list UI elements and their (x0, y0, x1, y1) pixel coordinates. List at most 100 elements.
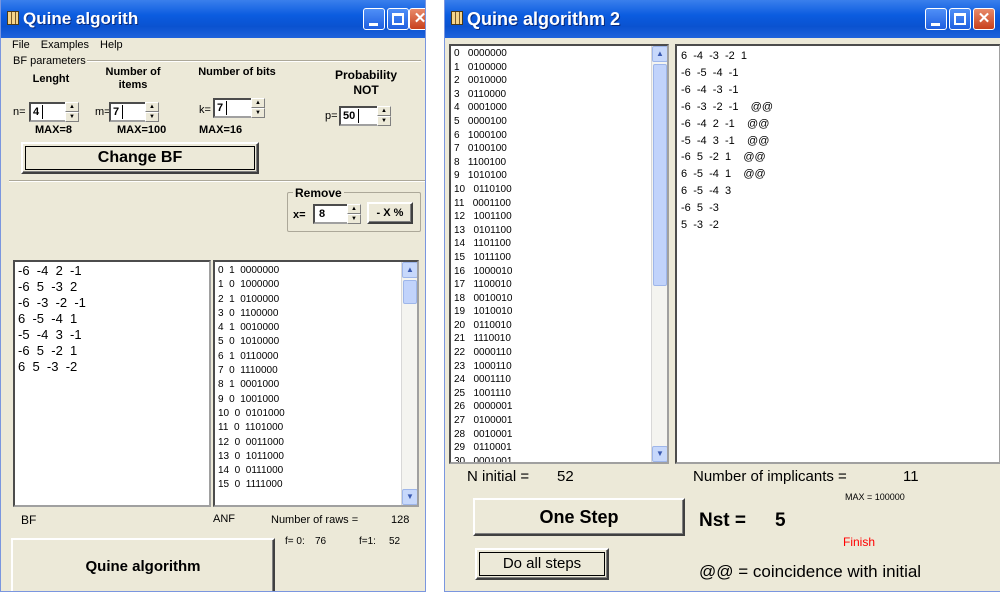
implicant-list-item[interactable]: 5 -3 -2 (681, 217, 995, 234)
initial-list-item[interactable]: 27 0100001 (454, 414, 664, 428)
scroll-down-icon[interactable]: ▼ (652, 446, 667, 462)
implicant-list-item[interactable]: -5 -4 3 -1 @@ (681, 133, 995, 150)
initial-list-item[interactable]: 2 0010000 (454, 74, 664, 88)
bf-list-item[interactable]: -6 -4 2 -1 (18, 263, 206, 279)
scroll-up-icon[interactable]: ▲ (402, 262, 417, 278)
implicant-list-item[interactable]: -6 -3 -2 -1 @@ (681, 99, 995, 116)
minimize-button[interactable] (363, 8, 385, 30)
minimize-button[interactable] (925, 8, 947, 30)
implicant-list-item[interactable]: -6 -5 -4 -1 (681, 65, 995, 82)
anf-list-item[interactable]: 15 0 1111000 (218, 478, 414, 492)
one-step-button[interactable]: One Step (473, 498, 685, 536)
implicant-list-item[interactable]: 6 -4 -3 -2 1 (681, 48, 995, 65)
scroll-thumb[interactable] (653, 64, 667, 286)
initial-list-item[interactable]: 18 0010010 (454, 292, 664, 306)
anf-list-item[interactable]: 11 0 1101000 (218, 421, 414, 435)
implicant-list-item[interactable]: 6 -5 -4 1 @@ (681, 166, 995, 183)
bf-list-item[interactable]: -6 5 -2 1 (18, 343, 206, 359)
anf-list-item[interactable]: 3 0 1100000 (218, 307, 414, 321)
scroll-thumb[interactable] (403, 280, 417, 304)
implicant-list-item[interactable]: -6 5 -2 1 @@ (681, 149, 995, 166)
initial-list-item[interactable]: 12 1001100 (454, 210, 664, 224)
length-stepper[interactable]: 4 ▲ ▼ (29, 102, 79, 122)
initial-list-item[interactable]: 19 1010010 (454, 305, 664, 319)
initial-list-item[interactable]: 9 1010100 (454, 169, 664, 183)
anf-list-item[interactable]: 12 0 0011000 (218, 436, 414, 450)
menu-file[interactable]: File (1, 38, 30, 52)
items-stepper-buttons[interactable]: ▲ ▼ (145, 102, 159, 122)
spin-up-icon[interactable]: ▲ (377, 106, 391, 116)
anf-list-item[interactable]: 2 1 0100000 (218, 293, 414, 307)
initial-list-item[interactable]: 7 0100100 (454, 142, 664, 156)
do-all-steps-button[interactable]: Do all steps (475, 548, 609, 580)
bf-list-item[interactable]: -6 5 -3 2 (18, 279, 206, 295)
initial-list-item[interactable]: 6 1000100 (454, 129, 664, 143)
initial-list-item[interactable]: 3 0110000 (454, 88, 664, 102)
items-stepper[interactable]: 7 ▲ ▼ (109, 102, 159, 122)
anf-list-item[interactable]: 7 0 1110000 (218, 364, 414, 378)
initial-list-item[interactable]: 24 0001110 (454, 373, 664, 387)
initial-list-item[interactable]: 15 1011100 (454, 251, 664, 265)
anf-list-item[interactable]: 14 0 0111000 (218, 464, 414, 478)
bits-stepper[interactable]: 7 ▲ ▼ (213, 98, 265, 118)
initial-list-item[interactable]: 11 0001100 (454, 197, 664, 211)
initial-list-item[interactable]: 23 1000110 (454, 360, 664, 374)
initial-list-item[interactable]: 20 0110010 (454, 319, 664, 333)
bf-listbox[interactable]: -6 -4 2 -1 -6 5 -3 2 -6 -3 -2 -1 6 -5 -4 1-… (13, 260, 211, 507)
spin-up-icon[interactable]: ▲ (347, 204, 361, 214)
spin-up-icon[interactable]: ▲ (145, 102, 159, 112)
scroll-down-icon[interactable]: ▼ (402, 489, 417, 505)
initial-list-item[interactable]: 30 0001001 (454, 455, 664, 462)
initial-listbox[interactable]: 0 0000000 1 0100000 2 0010000 3 0110000 4 00… (449, 44, 669, 464)
maximize-button[interactable] (387, 8, 409, 30)
initial-list-item[interactable]: 10 0110100 (454, 183, 664, 197)
bf-list-item[interactable]: 6 -5 -4 1 (18, 311, 206, 327)
implicant-list-item[interactable]: -6 -4 -3 -1 (681, 82, 995, 99)
probability-stepper-buttons[interactable]: ▲ ▼ (377, 106, 391, 126)
initial-list-item[interactable]: 25 1001110 (454, 387, 664, 401)
maximize-button[interactable] (949, 8, 971, 30)
initial-list-item[interactable]: 17 1100010 (454, 278, 664, 292)
spin-up-icon[interactable]: ▲ (65, 102, 79, 112)
anf-list-item[interactable]: 10 0 0101000 (218, 407, 414, 421)
bits-stepper-buttons[interactable]: ▲ ▼ (251, 98, 265, 118)
anf-listbox[interactable]: 0 1 0000000 1 0 1000000 2 1 0100000 3 0 110… (213, 260, 419, 507)
menu-help[interactable]: Help (89, 38, 123, 52)
spin-down-icon[interactable]: ▼ (347, 214, 361, 224)
title-bar[interactable]: Quine algorithm 2 ✕ (445, 0, 1000, 38)
initial-list-item[interactable]: 0 0000000 (454, 47, 664, 61)
anf-list-item[interactable]: 8 1 0001000 (218, 378, 414, 392)
close-button[interactable]: ✕ (409, 8, 425, 30)
anf-scrollbar[interactable]: ▲ ▼ (401, 262, 417, 505)
anf-list-item[interactable]: 1 0 1000000 (218, 278, 414, 292)
scroll-up-icon[interactable]: ▲ (652, 46, 667, 62)
initial-list-item[interactable]: 21 1110010 (454, 332, 664, 346)
bf-list-item[interactable]: 6 5 -3 -2 (18, 359, 206, 375)
title-bar[interactable]: Quine algorith ✕ (1, 0, 425, 38)
initial-list-item[interactable]: 13 0101100 (454, 224, 664, 238)
anf-list-item[interactable]: 9 0 1001000 (218, 393, 414, 407)
length-stepper-buttons[interactable]: ▲ ▼ (65, 102, 79, 122)
remove-stepper[interactable]: 8 ▲ ▼ (313, 204, 361, 224)
close-button[interactable]: ✕ (973, 8, 995, 30)
remove-percent-button[interactable]: - X % (367, 202, 413, 224)
spin-down-icon[interactable]: ▼ (251, 108, 265, 118)
change-bf-button[interactable]: Change BF (21, 142, 259, 174)
initial-list-item[interactable]: 1 0100000 (454, 61, 664, 75)
anf-list-item[interactable]: 6 1 0110000 (218, 350, 414, 364)
initial-list-item[interactable]: 16 1000010 (454, 265, 664, 279)
bf-list-item[interactable]: -6 -3 -2 -1 (18, 295, 206, 311)
bf-list-item[interactable]: -5 -4 3 -1 (18, 327, 206, 343)
initial-list-item[interactable]: 22 0000110 (454, 346, 664, 360)
probability-stepper[interactable]: 50 ▲ ▼ (339, 106, 391, 126)
implicants-listbox[interactable]: 6 -4 -3 -2 1 -6 -5 -4 -1 -6 -4 -3 -1 -6 -3 … (675, 44, 1000, 464)
spin-up-icon[interactable]: ▲ (251, 98, 265, 108)
spin-down-icon[interactable]: ▼ (377, 116, 391, 126)
anf-list-item[interactable]: 5 0 1010000 (218, 335, 414, 349)
anf-list-item[interactable]: 13 0 1011000 (218, 450, 414, 464)
anf-list-item[interactable]: 4 1 0010000 (218, 321, 414, 335)
initial-list-item[interactable]: 5 0000100 (454, 115, 664, 129)
initial-list-item[interactable]: 26 0000001 (454, 400, 664, 414)
initial-list-item[interactable]: 28 0010001 (454, 428, 664, 442)
implicant-list-item[interactable]: -6 5 -3 (681, 200, 995, 217)
